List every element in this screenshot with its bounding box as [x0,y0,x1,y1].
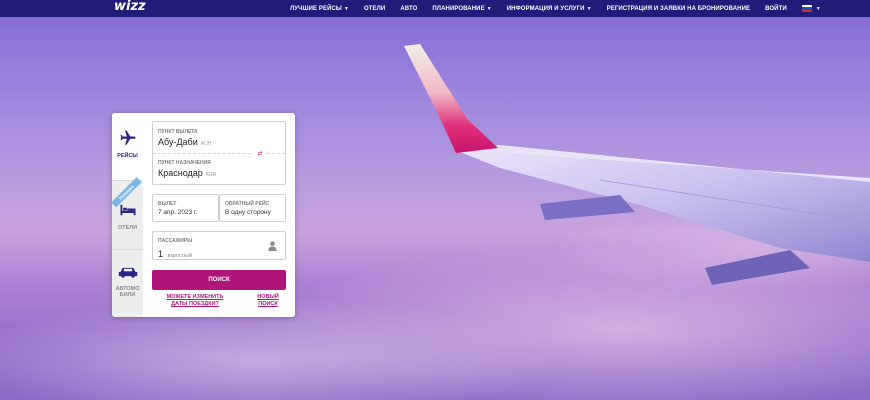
nav-item-hotels[interactable]: Отели [364,6,385,12]
departure-date-field[interactable]: Вылет 7 апр. 2023 г. [152,194,219,222]
nav-item-label: Лучшие рейсы [290,5,342,12]
nav-item-label: Отели [363,5,386,12]
new-search-link[interactable]: Новый поиск [252,294,284,308]
origin-city: Абу-Даби [158,137,198,147]
passengers-value: 1 взрослый [158,244,192,262]
nav-item-label: Войти [765,5,787,12]
passenger-count: 1 [158,249,164,259]
caret-down-icon: ▼ [486,5,492,12]
person-icon [268,241,277,251]
tab-flights[interactable]: Рейсы [112,113,143,180]
origin-value: Абу-Даби AUH [158,137,211,147]
destination-field[interactable]: Пункт назначения Краснодар KRR [153,154,285,185]
nav-item-check-in[interactable]: Регистрация и заявки на бронирование [607,6,751,12]
caret-down-icon: ▼ [815,5,821,12]
wizz-logo[interactable]: wizz [112,0,152,14]
search-type-tabs: Рейсы Новинка Отели Автомобили [112,113,143,317]
tab-cars[interactable]: Автомобили [112,249,143,317]
return-date-field[interactable]: Обратный рейс В одну сторону [219,194,286,222]
caret-down-icon: ▼ [343,5,349,12]
svg-text:wizz: wizz [114,0,146,14]
russia-flag-icon [801,5,812,12]
language-selector[interactable]: ▼ [801,5,821,12]
origin-label: Пункт вылета [158,129,198,135]
destination-value: Краснодар KRR [158,168,216,178]
nav-item-label: Информация и услуги [506,5,585,12]
departure-value: 7 апр. 2023 г. [158,209,198,216]
nav-menu: Лучшие рейсы ▼ Отели Авто Планирование ▼ И… [290,0,821,17]
return-value: В одну сторону [225,209,271,216]
flexible-dates-link[interactable]: Можете изменить даты поездки? [160,294,230,308]
destination-city: Краснодар [158,168,203,178]
nav-item-login[interactable]: Войти [765,6,787,12]
passenger-type: взрослый [167,253,192,259]
tab-cars-label: Автомобили [115,286,140,298]
destination-code: KRR [205,172,217,178]
departure-label: Вылет [158,201,177,207]
nav-item-info-services[interactable]: Информация и услуги ▼ [507,6,592,12]
plane-icon [120,130,135,145]
passengers-field[interactable]: Пассажиры 1 взрослый [152,231,286,260]
tab-flights-label: Рейсы [117,153,138,159]
tab-hotels[interactable]: Новинка Отели [112,177,143,249]
origin-code: AUH [200,141,212,147]
bed-icon [120,204,135,216]
flight-search-panel: Рейсы Новинка Отели Автомобили [112,113,295,317]
nav-item-planning[interactable]: Планирование ▼ [432,6,491,12]
caret-down-icon: ▼ [586,5,592,12]
nav-item-label: Планирование [432,5,485,12]
car-icon [118,267,137,278]
destination-label: Пункт назначения [158,160,211,166]
top-navigation-bar: wizz Лучшие рейсы ▼ Отели Авто Планирован… [0,0,870,17]
route-box: Пункт вылета Абу-Даби AUH ⇄ Пункт назначе… [152,121,286,185]
nav-item-best-flights[interactable]: Лучшие рейсы ▼ [290,6,349,12]
nav-item-label: Регистрация и заявки на бронирование [606,5,751,12]
tab-hotels-label: Отели [117,225,138,231]
origin-field[interactable]: Пункт вылета Абу-Даби AUH [153,122,285,153]
nav-item-cars[interactable]: Авто [400,6,417,12]
search-button[interactable]: Поиск [152,270,286,290]
return-label: Обратный рейс [225,201,270,207]
nav-item-label: Авто [400,5,418,12]
